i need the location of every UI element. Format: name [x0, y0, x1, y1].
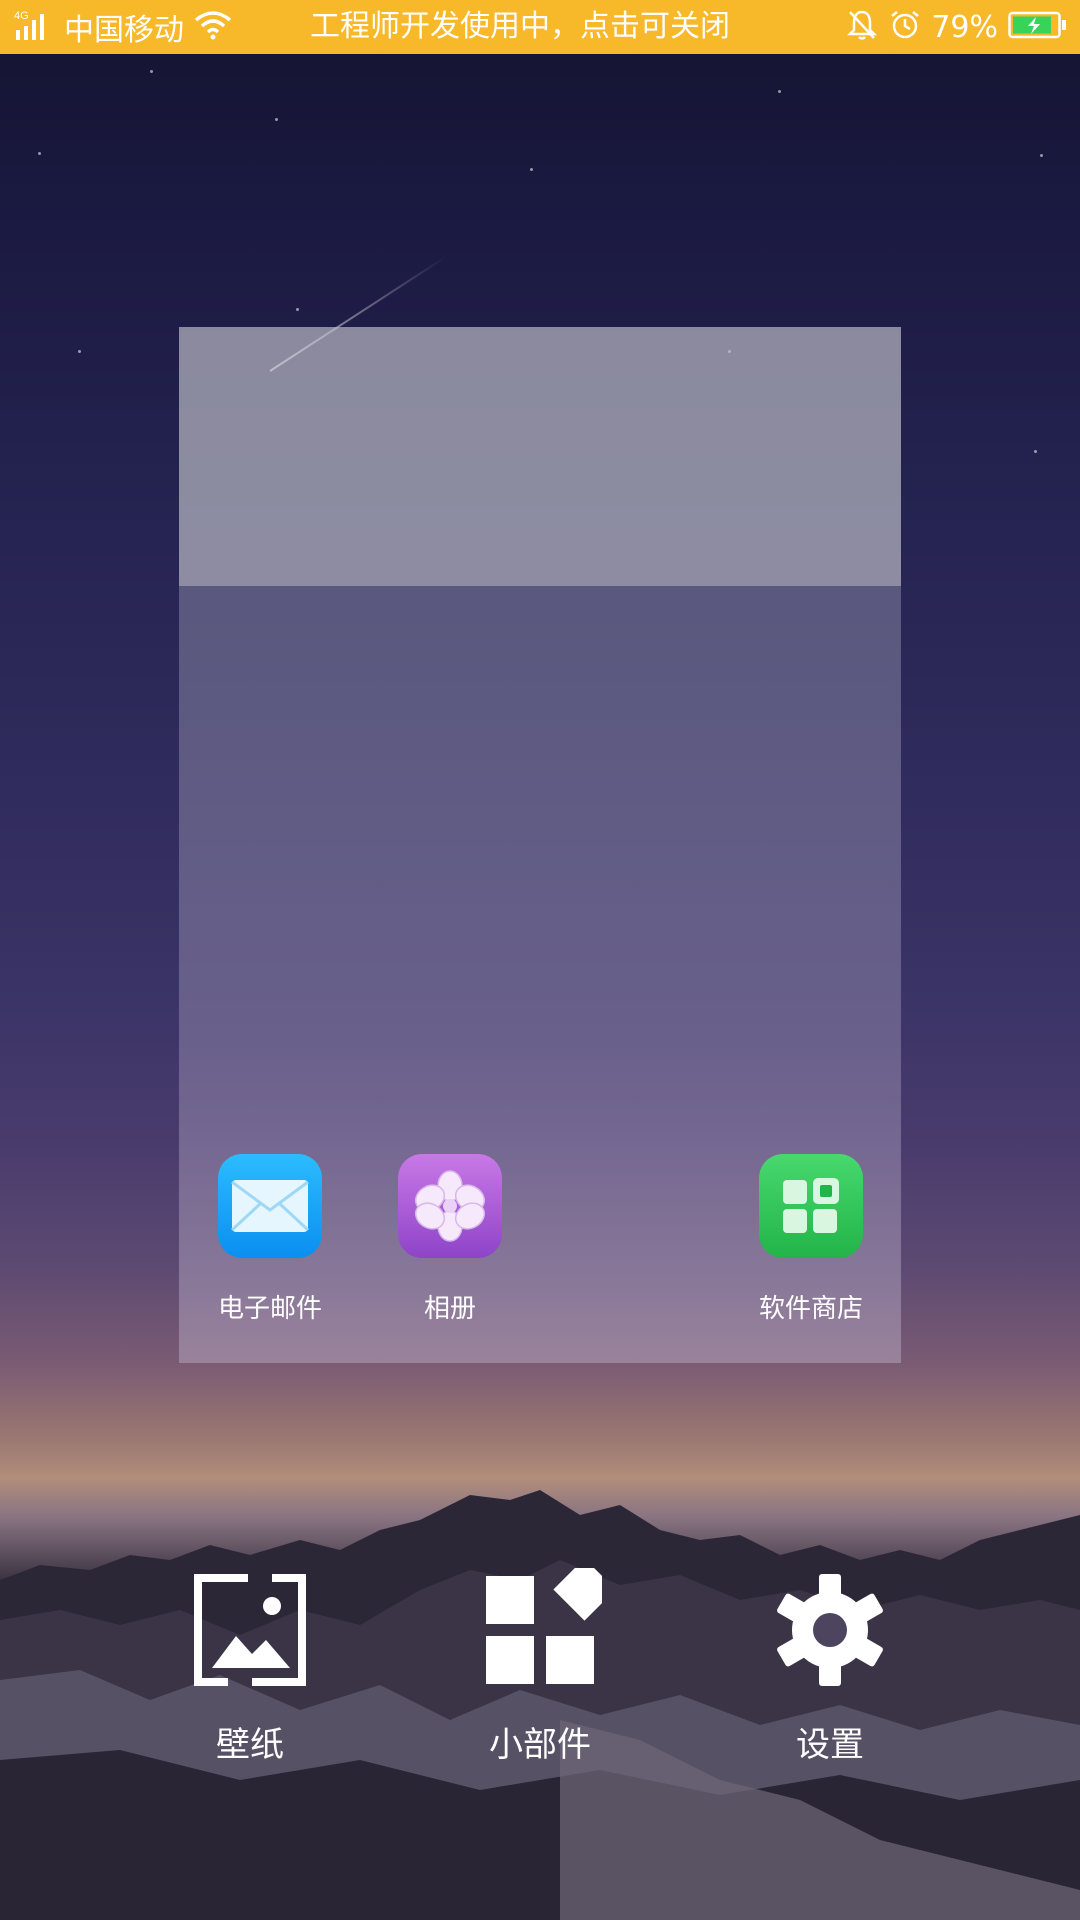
app-store[interactable]: 软件商店 — [736, 1154, 886, 1325]
wallpaper-button[interactable]: 壁纸 — [150, 1565, 350, 1766]
wifi-icon — [194, 10, 232, 44]
bell-mute-icon — [847, 9, 878, 45]
settings-button[interactable]: 设置 — [730, 1565, 930, 1766]
star — [275, 118, 278, 121]
alarm-icon — [889, 9, 921, 45]
app-label: 电子邮件 — [217, 1294, 322, 1324]
developer-mode-notice[interactable]: 工程师开发使用中，点击可关闭 — [310, 0, 730, 54]
signal-icon: 4G — [14, 8, 56, 46]
app-label: 相册 — [423, 1294, 476, 1324]
gear-icon — [765, 1565, 895, 1695]
battery-charging-icon — [1008, 11, 1066, 43]
gallery-flower-icon — [398, 1154, 502, 1258]
status-bar[interactable]: 4G 中国移动 工程师开发使用中，点击可关闭 79% — [0, 0, 1080, 54]
carrier-name: 中国移动 — [64, 13, 184, 48]
star — [530, 168, 533, 171]
preview-top-area — [179, 327, 901, 586]
svg-text:4G: 4G — [14, 10, 29, 22]
star — [296, 308, 299, 311]
home-edit-screen: 4G 中国移动 工程师开发使用中，点击可关闭 79% 电子邮件 相册 软件商店 … — [0, 0, 1080, 1920]
star — [1034, 450, 1037, 453]
star — [778, 90, 781, 93]
widgets-button[interactable]: 小部件 — [440, 1565, 640, 1766]
star — [1040, 154, 1043, 157]
settings-label: 设置 — [796, 1725, 864, 1765]
star — [38, 152, 41, 155]
wallpaper-icon — [185, 1565, 315, 1695]
mail-icon — [218, 1154, 322, 1258]
star — [78, 350, 81, 353]
widgets-label: 小部件 — [489, 1725, 591, 1765]
star — [150, 70, 153, 73]
wallpaper-label: 壁纸 — [216, 1725, 284, 1765]
widgets-icon — [475, 1565, 605, 1695]
battery-percent: 79% — [931, 9, 998, 45]
app-email[interactable]: 电子邮件 — [195, 1154, 345, 1325]
app-label: 软件商店 — [758, 1294, 863, 1324]
app-gallery[interactable]: 相册 — [375, 1154, 525, 1325]
home-page-preview[interactable]: 电子邮件 相册 软件商店 — [179, 327, 901, 1363]
app-store-icon — [759, 1154, 863, 1258]
